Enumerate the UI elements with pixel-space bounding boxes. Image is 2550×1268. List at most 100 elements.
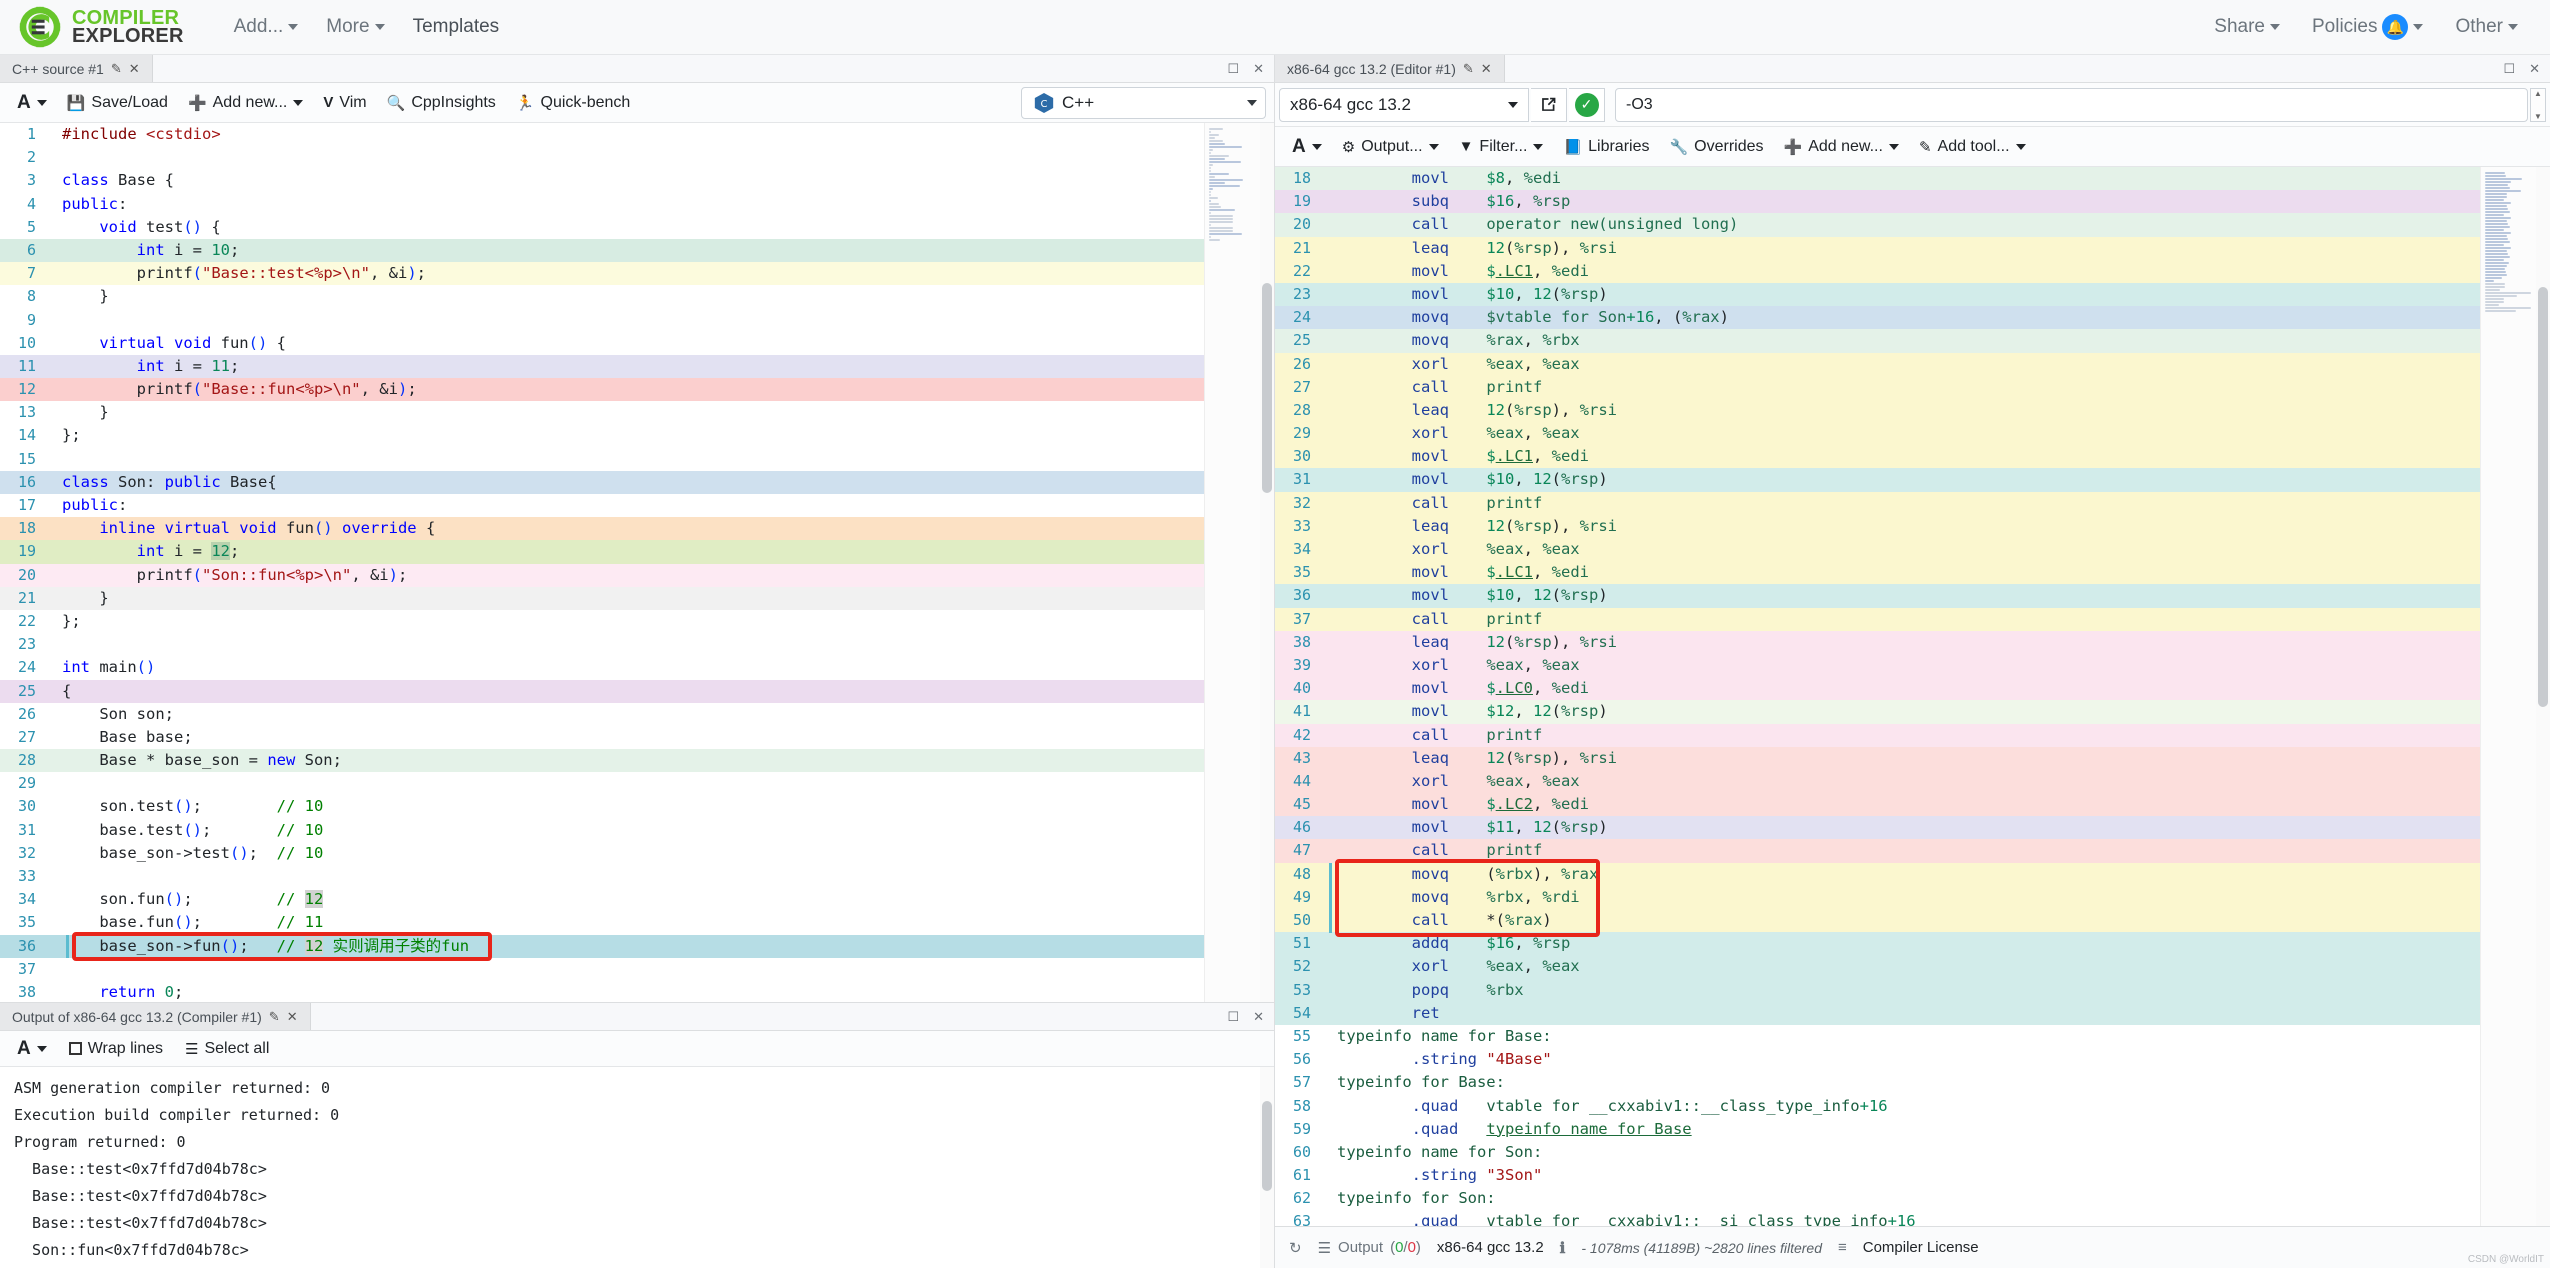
code-line[interactable]: 36 movl $10, 12(%rsp): [1275, 584, 2480, 607]
filter-button[interactable]: ▼ Filter...: [1450, 134, 1553, 160]
output-font-size-button[interactable]: A: [8, 1034, 56, 1064]
code-line[interactable]: 31 movl $10, 12(%rsp): [1275, 468, 2480, 491]
tab-compiler[interactable]: x86-64 gcc 13.2 (Editor #1) ✎ ✕: [1275, 55, 1505, 82]
output-options-button[interactable]: ⚙ Output...: [1333, 134, 1448, 160]
popout-button[interactable]: [1531, 88, 1567, 122]
code-line[interactable]: 20 printf("Son::fun<%p>\n", &i);: [0, 564, 1204, 587]
code-line[interactable]: 58 .quad vtable for __cxxabiv1::__class_…: [1275, 1095, 2480, 1118]
close-icon[interactable]: ✕: [1253, 61, 1264, 77]
code-line[interactable]: 3class Base {: [0, 169, 1204, 192]
code-line[interactable]: 40 movl $.LC0, %edi: [1275, 677, 2480, 700]
code-line[interactable]: 34 son.fun(); // 12: [0, 888, 1204, 911]
nav-item-templates[interactable]: Templates: [399, 10, 514, 44]
code-line[interactable]: 27 Base base;: [0, 726, 1204, 749]
source-minimap[interactable]: [1204, 123, 1260, 1002]
code-line[interactable]: 42 call printf: [1275, 724, 2480, 747]
source-code-area[interactable]: 1#include <cstdio>23class Base {4public:…: [0, 123, 1274, 1002]
code-line[interactable]: 38 return 0;: [0, 981, 1204, 1002]
code-line[interactable]: 14};: [0, 424, 1204, 447]
font-size-button[interactable]: A: [8, 88, 56, 118]
compile-status-button[interactable]: ✓: [1569, 88, 1605, 122]
select-all-button[interactable]: ☰ Select all: [176, 1036, 278, 1062]
code-line[interactable]: 50 call *(%rax): [1275, 909, 2480, 932]
code-line[interactable]: 25{: [0, 680, 1204, 703]
code-line[interactable]: 57typeinfo for Base:: [1275, 1071, 2480, 1094]
output-text[interactable]: ASM generation compiler returned: 0Execu…: [0, 1067, 1274, 1268]
code-line[interactable]: 35 movl $.LC1, %edi: [1275, 561, 2480, 584]
code-line[interactable]: 16class Son: public Base{: [0, 471, 1204, 494]
info-icon[interactable]: ℹ: [1560, 1239, 1566, 1257]
brand-logo-group[interactable]: COMPILER EXPLORER: [18, 5, 184, 49]
pencil-icon[interactable]: ✎: [1463, 61, 1474, 77]
asm-minimap[interactable]: [2480, 167, 2536, 1226]
code-line[interactable]: 60typeinfo name for Son:: [1275, 1141, 2480, 1164]
add-tool-button[interactable]: ✎ Add tool...: [1910, 134, 2035, 160]
code-line[interactable]: 37 call printf: [1275, 608, 2480, 631]
code-line[interactable]: 59 .quad typeinfo name for Base: [1275, 1118, 2480, 1141]
close-icon[interactable]: ✕: [287, 1009, 298, 1025]
lines-icon[interactable]: ≡: [1838, 1239, 1847, 1256]
code-line[interactable]: 12 printf("Base::fun<%p>\n", &i);: [0, 378, 1204, 401]
close-icon[interactable]: ✕: [1481, 61, 1492, 77]
asm-font-size-button[interactable]: A: [1283, 132, 1331, 162]
options-stepper[interactable]: ▲▼: [2530, 88, 2546, 122]
code-line[interactable]: 18 movl $8, %edi: [1275, 167, 2480, 190]
overrides-button[interactable]: 🔧 Overrides: [1660, 134, 1772, 160]
code-line[interactable]: 2: [0, 146, 1204, 169]
nav-item-share[interactable]: Share: [2200, 10, 2294, 44]
compiler-options-input[interactable]: [1615, 88, 2528, 122]
code-line[interactable]: 29: [0, 772, 1204, 795]
nav-item-policies[interactable]: Policies 🔔: [2298, 8, 2437, 46]
code-line[interactable]: 54 ret: [1275, 1002, 2480, 1025]
code-line[interactable]: 13 }: [0, 401, 1204, 424]
code-line[interactable]: 25 movq %rax, %rbx: [1275, 329, 2480, 352]
code-line[interactable]: 27 call printf: [1275, 376, 2480, 399]
code-line[interactable]: 39 xorl %eax, %eax: [1275, 654, 2480, 677]
code-line[interactable]: 62typeinfo for Son:: [1275, 1187, 2480, 1210]
code-line[interactable]: 21 leaq 12(%rsp), %rsi: [1275, 237, 2480, 260]
code-line[interactable]: 24 movq $vtable for Son+16, (%rax): [1275, 306, 2480, 329]
code-line[interactable]: 46 movl $11, 12(%rsp): [1275, 816, 2480, 839]
nav-item-other[interactable]: Other: [2441, 10, 2532, 44]
code-line[interactable]: 22};: [0, 610, 1204, 633]
code-line[interactable]: 11 int i = 11;: [0, 355, 1204, 378]
code-line[interactable]: 23: [0, 633, 1204, 656]
code-line[interactable]: 29 xorl %eax, %eax: [1275, 422, 2480, 445]
close-icon[interactable]: ✕: [1253, 1009, 1264, 1025]
code-line[interactable]: 8 }: [0, 285, 1204, 308]
code-line[interactable]: 23 movl $10, 12(%rsp): [1275, 283, 2480, 306]
code-line[interactable]: 56 .string "4Base": [1275, 1048, 2480, 1071]
code-line[interactable]: 49 movq %rbx, %rdi: [1275, 886, 2480, 909]
asm-scrollbar[interactable]: [2536, 167, 2550, 1226]
code-line[interactable]: 38 leaq 12(%rsp), %rsi: [1275, 631, 2480, 654]
code-line[interactable]: 28 Base * base_son = new Son;: [0, 749, 1204, 772]
code-line[interactable]: 45 movl $.LC2, %edi: [1275, 793, 2480, 816]
code-line[interactable]: 37: [0, 958, 1204, 981]
code-line[interactable]: 48 movq (%rbx), %rax: [1275, 863, 2480, 886]
code-line[interactable]: 22 movl $.LC1, %edi: [1275, 260, 2480, 283]
code-line[interactable]: 26 Son son;: [0, 703, 1204, 726]
tab-cpp-source[interactable]: C++ source #1 ✎ ✕: [0, 55, 153, 82]
code-line[interactable]: 30 son.test(); // 10: [0, 795, 1204, 818]
wrap-lines-checkbox[interactable]: Wrap lines: [60, 1036, 172, 1062]
code-line[interactable]: 44 xorl %eax, %eax: [1275, 770, 2480, 793]
nav-item-add[interactable]: Add...: [220, 10, 313, 44]
output-scrollbar[interactable]: [1260, 1067, 1274, 1268]
code-line[interactable]: 52 xorl %eax, %eax: [1275, 955, 2480, 978]
code-line[interactable]: 61 .string "3Son": [1275, 1164, 2480, 1187]
source-scrollbar[interactable]: [1260, 123, 1274, 1002]
output-status-button[interactable]: ☰ Output (0/0): [1318, 1239, 1421, 1257]
code-line[interactable]: 47 call printf: [1275, 839, 2480, 862]
save-load-button[interactable]: 💾 Save/Load: [58, 90, 177, 116]
source-code-lines[interactable]: 1#include <cstdio>23class Base {4public:…: [0, 123, 1204, 1002]
close-icon[interactable]: ✕: [129, 61, 140, 77]
compiler-license-link[interactable]: Compiler License: [1863, 1239, 1979, 1256]
code-line[interactable]: 33: [0, 865, 1204, 888]
code-line[interactable]: 36 base_son->fun(); // 12 实则调用子类的fun: [0, 935, 1204, 958]
close-icon[interactable]: ✕: [2529, 61, 2540, 77]
code-line[interactable]: 28 leaq 12(%rsp), %rsi: [1275, 399, 2480, 422]
maximize-icon[interactable]: ☐: [1227, 1009, 1239, 1025]
asm-add-new-button[interactable]: ➕ Add new...: [1775, 134, 1908, 160]
code-line[interactable]: 26 xorl %eax, %eax: [1275, 353, 2480, 376]
asm-code-area[interactable]: 18 movl $8, %edi19 subq $16, %rsp20 call…: [1275, 167, 2550, 1226]
